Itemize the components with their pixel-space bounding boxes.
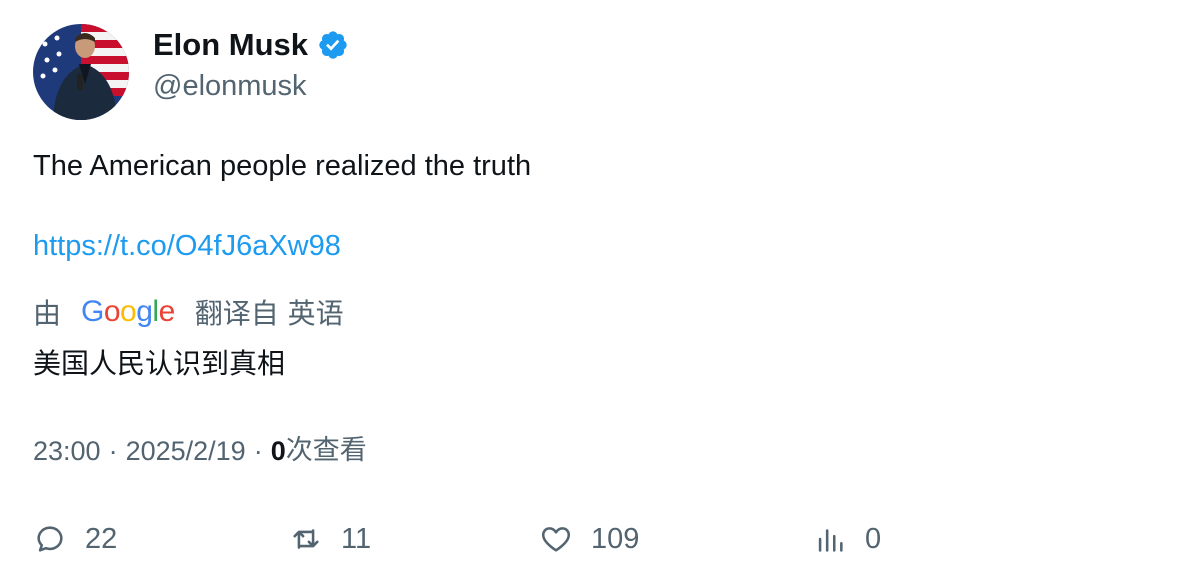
author-handle[interactable]: @elonmusk bbox=[153, 68, 307, 104]
retweet-count: 11 bbox=[341, 522, 372, 555]
action-bar: 22 11 109 0 bbox=[33, 518, 1133, 560]
tweet-meta: 23:00 · 2025/2/19 · 0 次查看 bbox=[33, 432, 367, 470]
translated-text: 美国人民认识到真相 bbox=[33, 347, 286, 380]
translation-attribution: 由 Google 翻译自 英语 bbox=[33, 292, 344, 332]
heart-icon bbox=[541, 527, 571, 552]
tweet-time[interactable]: 23:00 bbox=[33, 432, 101, 470]
translation-prefix: 由 bbox=[33, 297, 62, 330]
reply-icon bbox=[37, 526, 63, 552]
display-name-text[interactable]: Elon Musk bbox=[153, 26, 308, 64]
translation-suffix: 翻译自 英语 bbox=[194, 297, 344, 330]
avatar-photo-icon bbox=[33, 24, 129, 120]
views-count: 0 bbox=[865, 522, 882, 555]
view-count: 0 bbox=[270, 436, 286, 466]
meta-separator: · bbox=[253, 436, 263, 466]
views-button[interactable]: 0 bbox=[813, 518, 881, 560]
like-button[interactable]: 109 bbox=[539, 518, 639, 560]
tweet-card: Elon Musk @elonmusk The American people … bbox=[0, 0, 1196, 582]
views-chart-icon bbox=[818, 529, 843, 552]
tweet-date[interactable]: 2025/2/19 bbox=[126, 432, 246, 470]
google-logo-letter: e bbox=[158, 295, 176, 328]
reply-button[interactable]: 22 bbox=[33, 518, 117, 560]
verified-badge-icon[interactable] bbox=[317, 29, 349, 61]
google-logo-letter: o bbox=[103, 295, 121, 328]
reply-count: 22 bbox=[85, 522, 118, 555]
avatar[interactable] bbox=[33, 24, 129, 120]
view-label: 次查看 bbox=[285, 435, 367, 466]
author-display-name[interactable]: Elon Musk bbox=[153, 26, 349, 64]
tweet-text: The American people realized the truth bbox=[33, 150, 532, 182]
google-logo-letter: g bbox=[136, 295, 153, 328]
tweet-link[interactable]: https://t.co/O4fJ6aXw98 bbox=[33, 228, 341, 264]
retweet-button[interactable]: 11 bbox=[289, 518, 371, 560]
google-logo-letter: o bbox=[120, 295, 137, 328]
meta-separator: · bbox=[108, 436, 118, 466]
retweet-icon bbox=[293, 529, 319, 549]
like-count: 109 bbox=[591, 522, 640, 555]
google-logo-letter: G bbox=[81, 295, 104, 328]
google-logo: Google bbox=[81, 292, 175, 332]
